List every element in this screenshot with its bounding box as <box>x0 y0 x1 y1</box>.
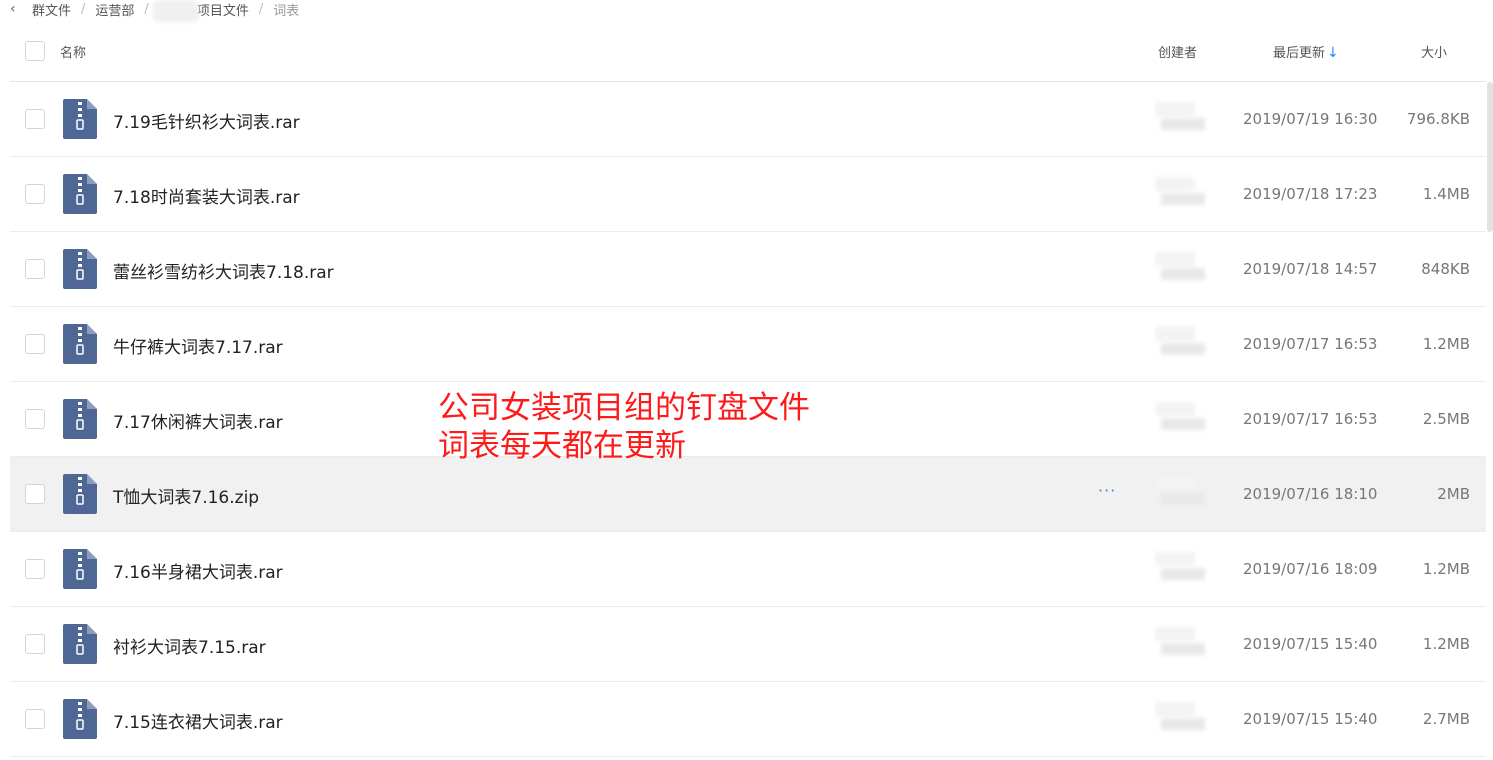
file-list-header: 名称 创建者 最后更新 ↓ 大小 <box>10 30 1486 82</box>
creator-avatar-redacted <box>1147 175 1207 207</box>
file-updated-date: 2019/07/18 17:23 <box>1243 185 1378 203</box>
creator-avatar-redacted <box>1147 325 1207 357</box>
breadcrumb-item-operations[interactable]: 运营部 <box>95 0 134 19</box>
column-header-updated-label: 最后更新 <box>1273 46 1326 61</box>
file-size: 2.5MB <box>1422 410 1470 428</box>
annotation-overlay: 公司女装项目组的钉盘文件 词表每天都在更新 <box>438 389 810 465</box>
file-name[interactable]: 蕾丝衫雪纺衫大词表7.18.rar <box>113 258 334 283</box>
column-header-name[interactable]: 名称 <box>60 42 86 61</box>
column-header-updated[interactable]: 最后更新 ↓ <box>1273 42 1339 61</box>
more-options-icon[interactable]: ··· <box>1098 481 1116 500</box>
creator-avatar-redacted <box>1147 400 1207 432</box>
file-checkbox[interactable] <box>25 559 45 579</box>
file-updated-date: 2019/07/17 16:53 <box>1243 335 1378 353</box>
file-size: 2MB <box>1437 485 1470 503</box>
creator-avatar-redacted <box>1147 475 1207 507</box>
file-name[interactable]: 7.18时尚套装大词表.rar <box>113 183 300 208</box>
archive-file-icon <box>63 249 97 289</box>
file-checkbox[interactable] <box>25 709 45 729</box>
file-checkbox[interactable] <box>25 109 45 129</box>
select-all-checkbox[interactable] <box>25 41 45 61</box>
file-checkbox[interactable] <box>25 184 45 204</box>
file-updated-date: 2019/07/19 16:30 <box>1243 110 1378 128</box>
file-row[interactable]: 牛仔裤大词表7.17.rar 2019/07/17 16:53 1.2MB <box>10 307 1486 382</box>
archive-file-icon <box>63 699 97 739</box>
file-updated-date: 2019/07/17 16:53 <box>1243 410 1378 428</box>
annotation-line-2: 词表每天都在更新 <box>438 428 686 464</box>
file-row[interactable]: 7.15连衣裙大词表.rar 2019/07/15 15:40 2.7MB <box>10 682 1486 757</box>
file-checkbox[interactable] <box>25 409 45 429</box>
breadcrumb-separator: / <box>81 1 86 17</box>
column-header-size[interactable]: 大小 <box>1421 42 1447 61</box>
breadcrumb-item-project-files[interactable]: 项目文件 <box>197 0 249 19</box>
file-row[interactable]: 7.19毛针织衫大词表.rar 2019/07/19 16:30 796.8KB <box>10 82 1486 157</box>
archive-file-icon <box>63 624 97 664</box>
archive-file-icon <box>63 399 97 439</box>
breadcrumb: ‹ 群文件 / 运营部 / 项目文件 / 词表 <box>10 0 300 22</box>
file-size: 1.4MB <box>1422 185 1470 203</box>
file-size: 848KB <box>1421 260 1470 278</box>
file-updated-date: 2019/07/16 18:09 <box>1243 560 1378 578</box>
chevron-left-icon[interactable]: ‹ <box>10 1 24 17</box>
file-name[interactable]: T恤大词表7.16.zip <box>113 483 259 508</box>
column-header-creator[interactable]: 创建者 <box>1158 42 1197 61</box>
creator-avatar-redacted <box>1147 550 1207 582</box>
file-name[interactable]: 牛仔裤大词表7.17.rar <box>113 333 283 358</box>
creator-avatar-redacted <box>1147 100 1207 132</box>
archive-file-icon <box>63 99 97 139</box>
archive-file-icon <box>63 474 97 514</box>
file-updated-date: 2019/07/15 15:40 <box>1243 635 1378 653</box>
creator-avatar-redacted <box>1147 250 1207 282</box>
redacted-breadcrumb-segment <box>152 0 199 22</box>
arrow-down-icon: ↓ <box>1327 45 1339 61</box>
file-checkbox[interactable] <box>25 259 45 279</box>
file-name[interactable]: 7.19毛针织衫大词表.rar <box>113 108 300 133</box>
file-size: 1.2MB <box>1422 560 1470 578</box>
breadcrumb-separator: / <box>258 1 264 17</box>
file-name[interactable]: 7.16半身裙大词表.rar <box>113 558 283 583</box>
file-size: 2.7MB <box>1422 710 1470 728</box>
breadcrumb-separator: / <box>144 1 149 17</box>
archive-file-icon <box>63 324 97 364</box>
breadcrumb-item-group-files[interactable]: 群文件 <box>32 0 71 19</box>
file-updated-date: 2019/07/16 18:10 <box>1243 485 1378 503</box>
file-row[interactable]: 7.16半身裙大词表.rar 2019/07/16 18:09 1.2MB <box>10 532 1486 607</box>
file-checkbox[interactable] <box>25 634 45 654</box>
creator-avatar-redacted <box>1147 700 1207 732</box>
file-size: 1.2MB <box>1422 635 1470 653</box>
file-name[interactable]: 7.17休闲裤大词表.rar <box>113 408 283 433</box>
breadcrumb-item-current: 词表 <box>273 3 300 19</box>
creator-avatar-redacted <box>1147 625 1207 657</box>
annotation-line-1: 公司女装项目组的钉盘文件 <box>438 390 810 426</box>
file-row[interactable]: 7.18时尚套装大词表.rar 2019/07/18 17:23 1.4MB <box>10 157 1486 232</box>
file-updated-date: 2019/07/18 14:57 <box>1243 260 1378 278</box>
file-checkbox[interactable] <box>25 334 45 354</box>
file-name[interactable]: 7.15连衣裙大词表.rar <box>113 708 283 733</box>
archive-file-icon <box>63 174 97 214</box>
file-row[interactable]: 蕾丝衫雪纺衫大词表7.18.rar 2019/07/18 14:57 848KB <box>10 232 1486 307</box>
scrollbar[interactable] <box>1487 82 1493 232</box>
file-checkbox[interactable] <box>25 484 45 504</box>
file-name[interactable]: 衬衫大词表7.15.rar <box>113 633 266 658</box>
file-row[interactable]: T恤大词表7.16.zip ··· 2019/07/16 18:10 2MB <box>10 457 1486 532</box>
archive-file-icon <box>63 549 97 589</box>
file-size: 1.2MB <box>1422 335 1470 353</box>
file-updated-date: 2019/07/15 15:40 <box>1243 710 1378 728</box>
file-row[interactable]: 衬衫大词表7.15.rar 2019/07/15 15:40 1.2MB <box>10 607 1486 682</box>
file-size: 796.8KB <box>1406 110 1470 128</box>
